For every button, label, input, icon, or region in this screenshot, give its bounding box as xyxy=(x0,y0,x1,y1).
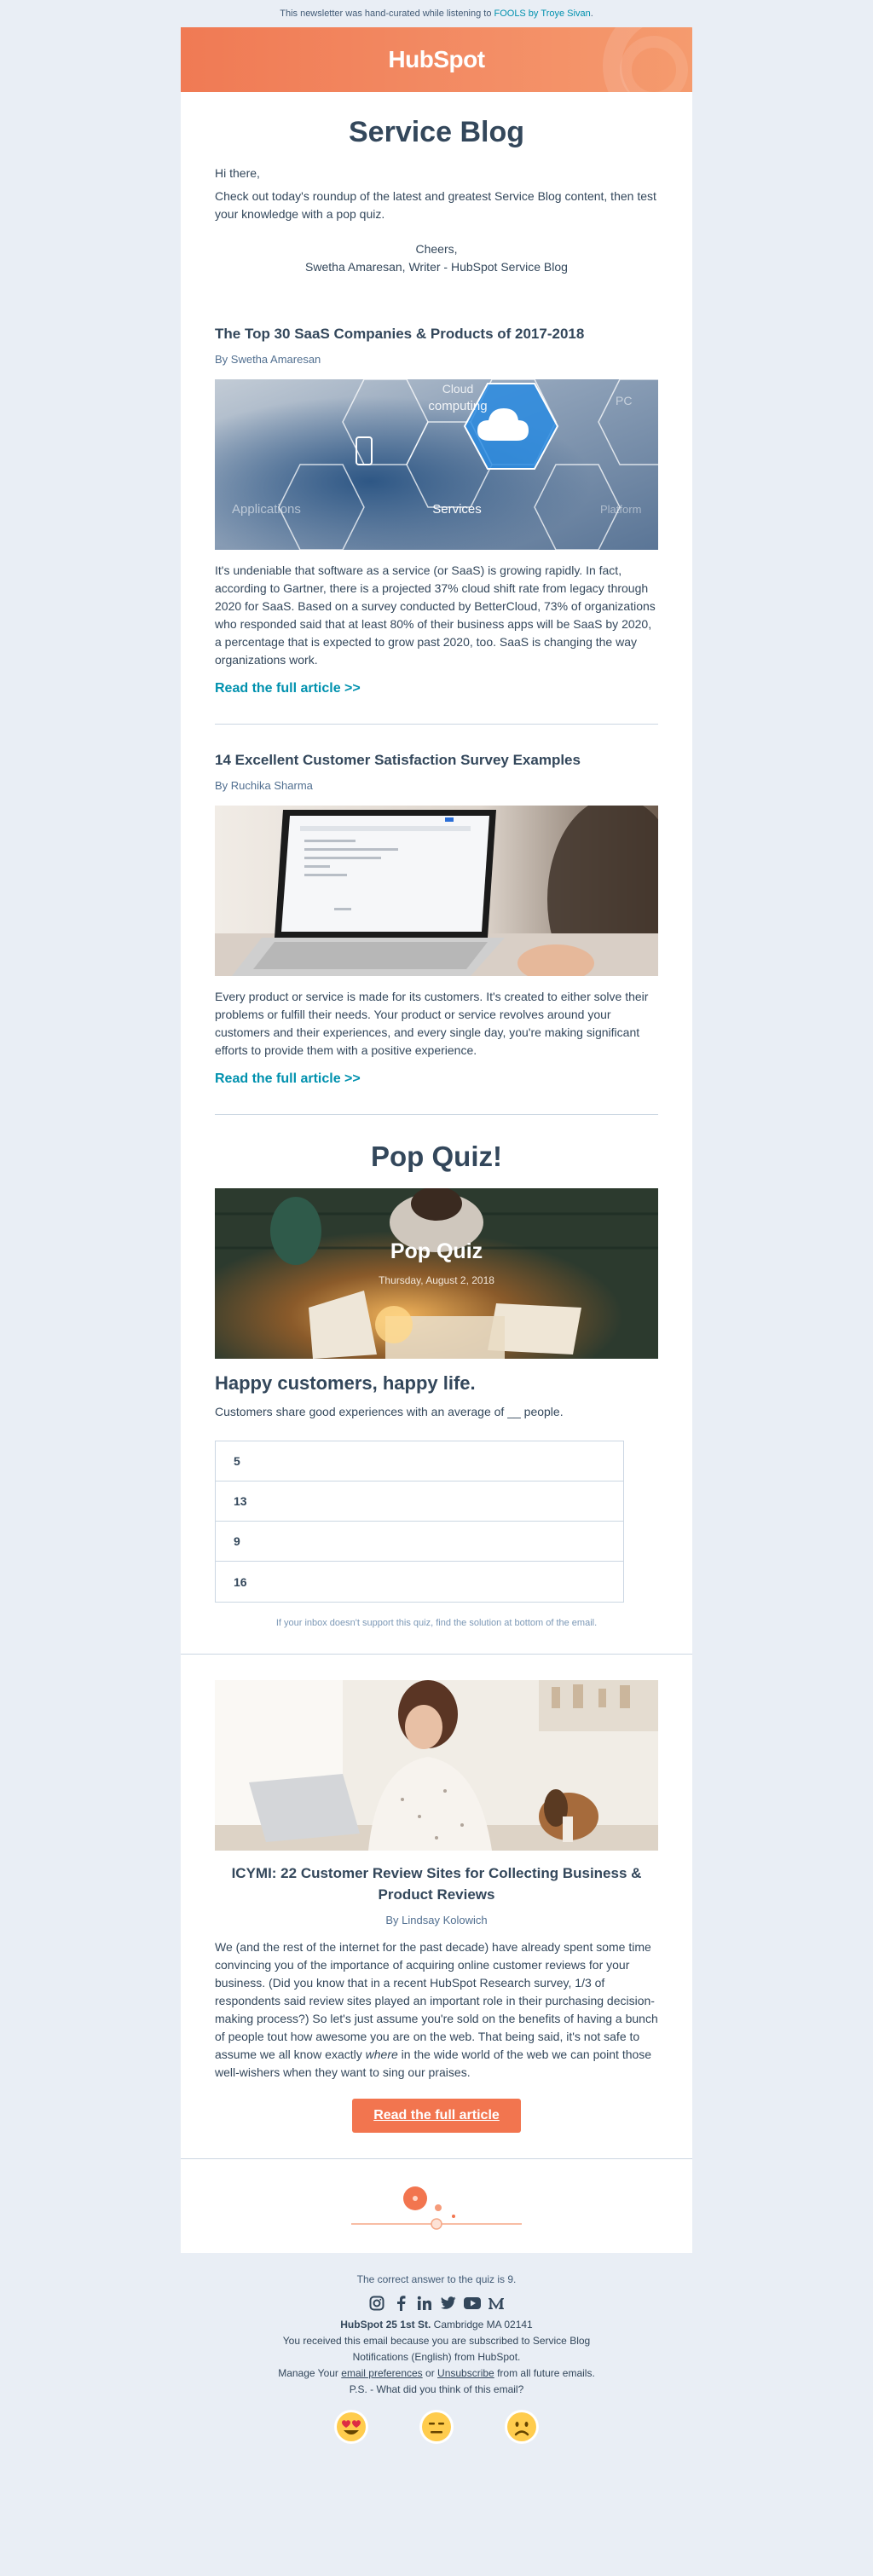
manage-or: or xyxy=(425,2367,435,2379)
article-saas: The Top 30 SaaS Companies & Products of … xyxy=(181,276,692,725)
quiz-banner: Pop Quiz Thursday, August 2, 2018 xyxy=(215,1188,658,1359)
street: 25 1st St. xyxy=(385,2319,431,2331)
image-label-platform: Platform xyxy=(600,503,641,516)
sprocket-decoration-icon xyxy=(351,2186,522,2230)
article-excerpt: It's undeniable that software as a servi… xyxy=(215,563,656,667)
image-label-pc: PC xyxy=(616,394,632,407)
song-link[interactable]: FOOLS xyxy=(494,9,525,19)
quiz-answer: The correct answer to the quiz is 9. xyxy=(356,2273,517,2285)
twitter-icon[interactable] xyxy=(440,2295,457,2312)
artist-link[interactable]: Troye Sivan xyxy=(541,9,590,19)
read-full-article-button[interactable]: Read the full article xyxy=(352,2099,521,2133)
unsubscribe-link[interactable]: Unsubscribe xyxy=(437,2367,494,2379)
signoff: Cheers, xyxy=(415,242,458,256)
quiz-question: Happy customers, happy life. xyxy=(215,1372,476,1394)
article-author: By Ruchika Sharma xyxy=(215,779,313,792)
image-label-computing: computing xyxy=(428,399,487,413)
icymi-text-part: We (and the rest of the internet for the… xyxy=(215,1940,658,2061)
blog-title: Service Blog xyxy=(349,116,524,148)
manage-line: Manage Your email preferences or Unsubsc… xyxy=(181,2365,692,2382)
quiz-option[interactable]: 9 xyxy=(216,1522,623,1562)
manage-suffix: from all future emails. xyxy=(497,2367,595,2379)
image-label-services: Services xyxy=(432,502,482,517)
article-author: By Swetha Amaresan xyxy=(215,353,321,366)
icymi-author: By Lindsay Kolowich xyxy=(385,1914,488,1926)
quiz-options: 5 13 9 16 xyxy=(215,1441,624,1603)
signer: Swetha Amaresan, Writer - HubSpot Servic… xyxy=(305,260,568,274)
email-body: HubSpot Service Blog Hi there, Check out… xyxy=(181,27,692,2253)
quiz-banner-title: Pop Quiz xyxy=(390,1239,483,1263)
quiz-note: If your inbox doesn't support this quiz,… xyxy=(275,1618,598,1628)
image-label-cloud: Cloud xyxy=(442,382,474,396)
city: Cambridge MA 02141 xyxy=(433,2319,533,2331)
facebook-icon[interactable] xyxy=(392,2295,409,2312)
youtube-icon[interactable] xyxy=(464,2295,481,2312)
intro-section: Service Blog Hi there, Check out today's… xyxy=(181,92,692,276)
top-note: This newsletter was hand-curated while l… xyxy=(0,0,873,27)
icymi-excerpt: We (and the rest of the internet for the… xyxy=(215,1938,658,2082)
quiz-section: Pop Quiz! Pop Quiz Thursday, August 2, 2… xyxy=(181,1115,692,1655)
feedback-emojis xyxy=(181,2410,692,2444)
greeting: Hi there, xyxy=(215,166,260,180)
icymi-title[interactable]: ICYMI: 22 Customer Review Sites for Coll… xyxy=(215,1863,658,1905)
article-excerpt: Every product or service is made for its… xyxy=(215,990,649,1057)
footer-decoration xyxy=(181,2159,692,2253)
header-banner: HubSpot xyxy=(181,27,692,92)
intro-text: Check out today's roundup of the latest … xyxy=(215,189,656,221)
image-label-applications: Applications xyxy=(232,502,301,517)
company-name: HubSpot xyxy=(340,2319,384,2331)
laptop-survey-image[interactable] xyxy=(215,806,658,976)
woman-laptop-dog-image[interactable] xyxy=(215,1680,658,1851)
subscription-note: You received this email because you are … xyxy=(282,2335,591,2363)
neutral-emoji-icon[interactable] xyxy=(419,2410,454,2444)
quiz-banner-image xyxy=(215,1188,658,1359)
by-link[interactable]: by xyxy=(529,9,539,19)
article-title[interactable]: The Top 30 SaaS Companies & Products of … xyxy=(215,324,658,344)
top-note-suffix: . xyxy=(590,9,593,19)
quiz-option[interactable]: 13 xyxy=(216,1481,623,1522)
quiz-prompt: Customers share good experiences with an… xyxy=(215,1405,564,1418)
icymi-section: ICYMI: 22 Customer Review Sites for Coll… xyxy=(181,1655,692,2159)
read-article-link[interactable]: Read the full article >> xyxy=(215,681,658,696)
quiz-title: Pop Quiz! xyxy=(371,1141,502,1172)
linkedin-icon[interactable] xyxy=(416,2295,433,2312)
icymi-text-emphasis: where xyxy=(365,2048,398,2061)
read-article-link[interactable]: Read the full article >> xyxy=(215,1071,658,1087)
article-survey: 14 Excellent Customer Satisfaction Surve… xyxy=(181,725,692,1115)
article-title[interactable]: 14 Excellent Customer Satisfaction Surve… xyxy=(215,750,658,771)
quiz-option[interactable]: 16 xyxy=(216,1562,623,1602)
cta-wrap: Read the full article xyxy=(215,2099,658,2133)
instagram-icon[interactable] xyxy=(368,2295,385,2312)
medium-icon[interactable] xyxy=(488,2295,505,2312)
cloud-computing-image[interactable]: Cloud computing Services Applications PC… xyxy=(215,379,658,550)
email-preferences-link[interactable]: email preferences xyxy=(341,2367,422,2379)
address: HubSpot 25 1st St. Cambridge MA 02141 xyxy=(181,2317,692,2333)
love-emoji-icon[interactable] xyxy=(334,2410,368,2444)
manage-prefix: Manage Your xyxy=(278,2367,338,2379)
quiz-banner-date: Thursday, August 2, 2018 xyxy=(379,1274,494,1286)
ps-note: P.S. - What did you think of this email? xyxy=(349,2383,524,2395)
signature: Cheers, Swetha Amaresan, Writer - HubSpo… xyxy=(215,240,658,276)
sad-emoji-icon[interactable] xyxy=(505,2410,539,2444)
top-note-prefix: This newsletter was hand-curated while l… xyxy=(280,9,492,19)
hubspot-logo[interactable]: HubSpot xyxy=(388,46,485,73)
quiz-option[interactable]: 5 xyxy=(216,1441,623,1481)
footer: The correct answer to the quiz is 9. Hub… xyxy=(181,2253,692,2444)
social-links xyxy=(181,2295,692,2312)
